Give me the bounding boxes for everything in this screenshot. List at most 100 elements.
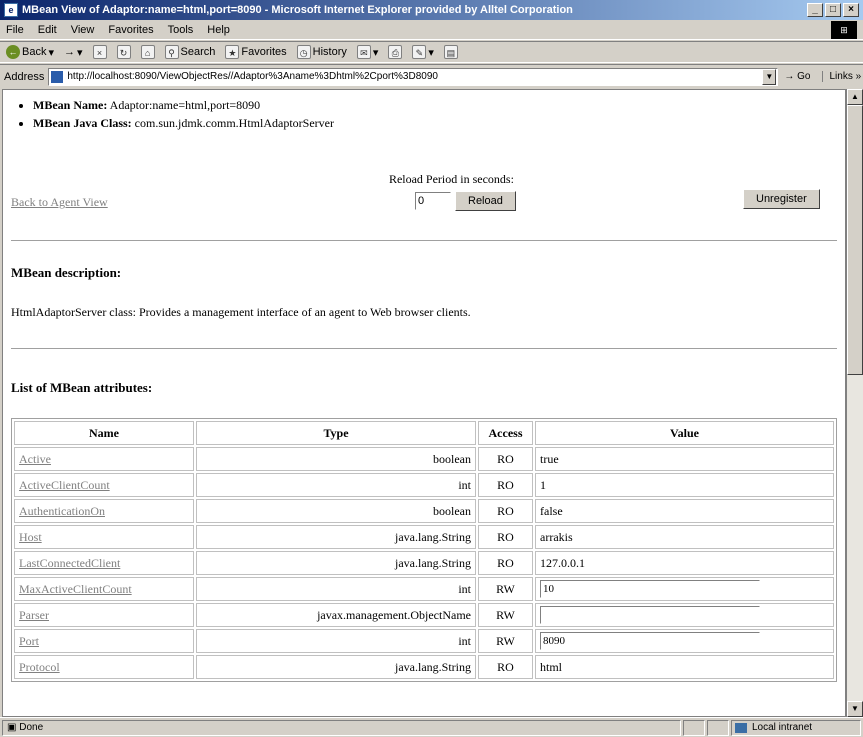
unregister-button[interactable]: Unregister — [743, 189, 820, 209]
maximize-button[interactable]: □ — [825, 3, 841, 17]
links-button[interactable]: Links » — [822, 71, 861, 82]
reload-row: Reload — [415, 191, 516, 211]
stop-button[interactable]: × — [92, 45, 107, 59]
menu-edit[interactable]: Edit — [38, 24, 57, 36]
search-button[interactable]: ⚲ Search — [164, 45, 216, 59]
address-dropdown-icon[interactable]: ▼ — [762, 68, 777, 85]
mbean-name-label: MBean Name: — [33, 98, 108, 112]
mail-button[interactable]: ✉ ▾ — [356, 45, 378, 59]
address-input[interactable]: http://localhost:8090/ViewObjectRes//Ada… — [48, 67, 779, 86]
attribute-name-cell: LastConnectedClient — [14, 551, 194, 575]
attribute-name-link[interactable]: Active — [19, 452, 51, 466]
search-icon: ⚲ — [164, 45, 179, 59]
attribute-name-link[interactable]: Parser — [19, 608, 49, 622]
attribute-name-cell: Host — [14, 525, 194, 549]
edit-button[interactable]: ✎ ▾ — [412, 45, 434, 59]
attribute-name-link[interactable]: Host — [19, 530, 42, 544]
attribute-type-cell: java.lang.String — [196, 551, 476, 575]
security-zone: Local intranet — [731, 719, 861, 736]
menu-file[interactable]: File — [6, 24, 24, 36]
attribute-access-cell: RO — [478, 473, 533, 497]
refresh-icon: ↻ — [116, 45, 131, 59]
divider — [11, 348, 837, 350]
table-row: Active boolean RO true — [14, 447, 834, 471]
minimize-button[interactable]: _ — [807, 3, 823, 17]
home-button[interactable]: ⌂ — [140, 45, 155, 59]
attribute-value-input[interactable]: 8090 — [540, 632, 760, 650]
window-title: MBean View of Adaptor:name=html,port=809… — [22, 4, 573, 16]
edit-icon: ✎ — [412, 45, 427, 59]
mbean-class-value: com.sun.jdmk.comm.HtmlAdaptorServer — [134, 116, 334, 130]
attribute-type-cell: boolean — [196, 447, 476, 471]
search-label: Search — [180, 46, 216, 58]
vertical-scrollbar[interactable]: ▲ ▼ — [846, 89, 863, 717]
stop-icon: × — [92, 45, 107, 59]
go-label: Go — [797, 71, 811, 82]
home-icon: ⌂ — [140, 45, 155, 59]
scroll-up-icon[interactable]: ▲ — [847, 89, 863, 105]
discuss-button[interactable]: ▤ — [443, 45, 458, 59]
reload-period-label: Reload Period in seconds: — [388, 172, 514, 186]
standard-toolbar: ← Back ▾ → ▾ × ↻ ⌂ ⚲ Search ★ Favorites ◷ Hi… — [0, 41, 863, 63]
attribute-value-cell: arrakis — [535, 525, 834, 549]
favorites-label: Favorites — [241, 46, 287, 58]
history-button[interactable]: ◷ History — [296, 45, 347, 59]
scroll-thumb[interactable] — [847, 105, 863, 375]
attribute-name-link[interactable]: AuthenticationOn — [19, 504, 105, 518]
history-icon: ◷ — [296, 45, 311, 59]
attribute-name-link[interactable]: Port — [19, 634, 39, 648]
attribute-type-cell: java.lang.String — [196, 655, 476, 679]
table-row: ActiveClientCount int RO 1 — [14, 473, 834, 497]
attribute-name-cell: Parser — [14, 603, 194, 627]
table-row: MaxActiveClientCount int RW 10 — [14, 577, 834, 601]
reload-period-input[interactable] — [415, 192, 451, 210]
table-row: Host java.lang.String RO arrakis — [14, 525, 834, 549]
forward-arrow-icon: → — [64, 46, 75, 58]
print-icon: ⎙ — [388, 45, 403, 59]
discuss-icon: ▤ — [443, 45, 458, 59]
attribute-access-cell: RO — [478, 447, 533, 471]
attribute-name-link[interactable]: LastConnectedClient — [19, 556, 120, 570]
mbean-class-item: MBean Java Class: com.sun.jdmk.comm.Html… — [33, 116, 334, 131]
attribute-name-link[interactable]: ActiveClientCount — [19, 478, 110, 492]
attribute-access-cell: RO — [478, 655, 533, 679]
attribute-value-input[interactable] — [540, 606, 760, 624]
menu-help[interactable]: Help — [207, 24, 230, 36]
menu-tools[interactable]: Tools — [168, 24, 194, 36]
back-button[interactable]: ← Back ▾ — [6, 45, 54, 59]
attribute-name-cell: MaxActiveClientCount — [14, 577, 194, 601]
attribute-name-cell: Active — [14, 447, 194, 471]
window-titlebar: e MBean View of Adaptor:name=html,port=8… — [0, 0, 863, 20]
menu-favorites[interactable]: Favorites — [108, 24, 153, 36]
page-icon — [51, 70, 64, 83]
attribute-access-cell: RW — [478, 629, 533, 653]
attribute-name-link[interactable]: Protocol — [19, 660, 60, 674]
go-button[interactable]: → Go — [784, 71, 810, 82]
attribute-type-cell: java.lang.String — [196, 525, 476, 549]
menu-view[interactable]: View — [71, 24, 95, 36]
intranet-icon — [735, 722, 747, 733]
forward-button[interactable]: → ▾ — [64, 46, 83, 59]
attribute-access-cell: RO — [478, 499, 533, 523]
menu-bar: File Edit View Favorites Tools Help ⊞ — [0, 20, 863, 40]
address-bar: Address http://localhost:8090/ViewObject… — [0, 64, 863, 88]
close-button[interactable]: × — [843, 3, 859, 17]
history-label: History — [312, 46, 347, 58]
description-text: HtmlAdaptorServer class: Provides a mana… — [11, 305, 471, 319]
attribute-name-link[interactable]: MaxActiveClientCount — [19, 582, 132, 596]
status-cell — [707, 719, 729, 736]
refresh-button[interactable]: ↻ — [116, 45, 131, 59]
status-text: ▣ Done — [2, 719, 681, 736]
attribute-value-input[interactable]: 10 — [540, 580, 760, 598]
table-row: Parser javax.management.ObjectName RW — [14, 603, 834, 627]
reload-button[interactable]: Reload — [455, 191, 516, 211]
attribute-access-cell: RW — [478, 577, 533, 601]
favorites-button[interactable]: ★ Favorites — [225, 45, 287, 59]
table-row: LastConnectedClient java.lang.String RO 127… — [14, 551, 834, 575]
table-row: AuthenticationOn boolean RO false — [14, 499, 834, 523]
scroll-down-icon[interactable]: ▼ — [847, 701, 863, 717]
status-done: Done — [19, 721, 44, 733]
address-url: http://localhost:8090/ViewObjectRes//Ada… — [67, 71, 438, 82]
back-to-agent-view-link[interactable]: Back to Agent View — [11, 195, 108, 210]
print-button[interactable]: ⎙ — [388, 45, 403, 59]
